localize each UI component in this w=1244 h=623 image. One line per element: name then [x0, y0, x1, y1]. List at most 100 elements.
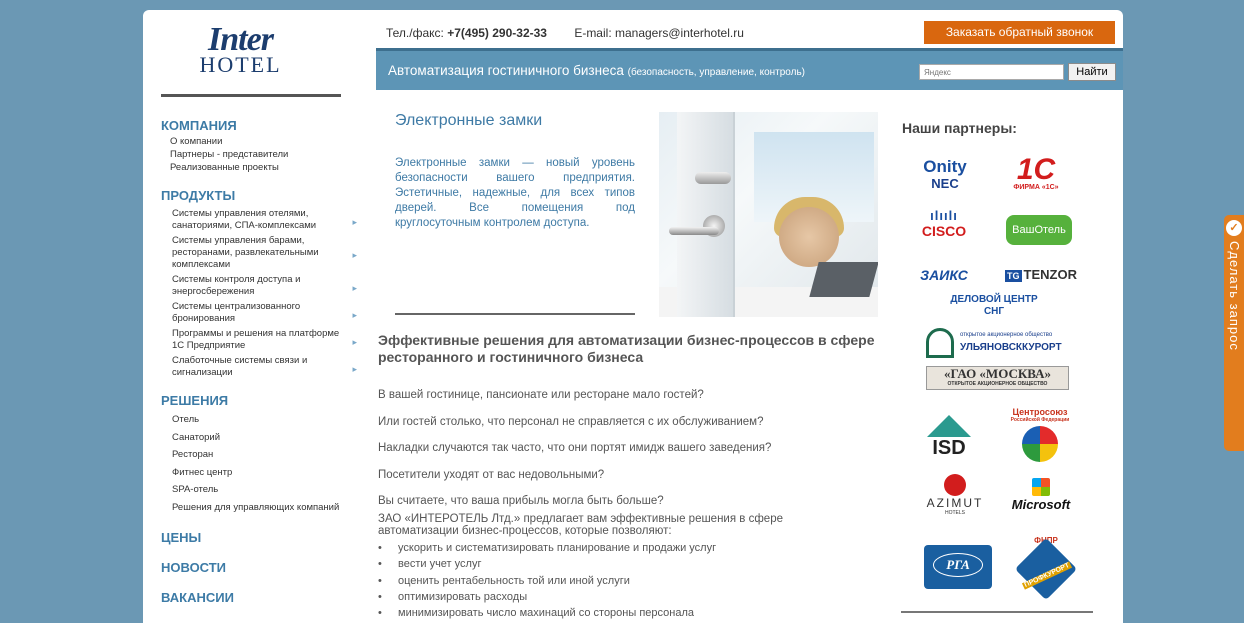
header-bar: Автоматизация гостиничного бизнеса (безо…	[376, 48, 1123, 90]
nav-item-spa-hotel[interactable]: SPA-отель	[161, 481, 361, 499]
callback-button[interactable]: Заказать обратный звонок	[924, 21, 1115, 44]
list-item: • вести учет услуг	[378, 556, 716, 572]
list-item: • оценить рентабельность той или иной усл…	[378, 573, 716, 589]
partner-logo-fnpr[interactable]: ФНПР ПРОФКУРОРТ	[1014, 536, 1078, 601]
nav-item-lowcurrent-systems[interactable]: Слаботочные системы связи и сигнализации…	[161, 354, 361, 381]
tagline: Автоматизация гостиничного бизнеса (безо…	[388, 63, 805, 78]
nav-item-hotel[interactable]: Отель	[161, 411, 361, 429]
cisco-bars-icon: ılıılı	[930, 208, 958, 223]
nav-solutions[interactable]: РЕШЕНИЯ	[161, 393, 361, 408]
partner-logo-microsoft[interactable]: Microsoft	[1005, 478, 1077, 514]
microsoft-text: Microsoft	[1011, 497, 1071, 512]
list-item-text: оптимизировать расходы	[398, 590, 528, 603]
request-side-tab[interactable]: ✓ Сделать запрос	[1224, 215, 1244, 451]
partner-logo-isd[interactable]: ISD	[921, 413, 977, 465]
nav-item-label: Программы и решения на платформе 1С Пред…	[172, 328, 340, 351]
door-image	[677, 112, 735, 317]
rga-text: РГА	[933, 553, 983, 577]
onity-text: Onity	[923, 157, 967, 176]
partner-logo-tenzor[interactable]: TG TENZOR	[1005, 265, 1077, 286]
sidebar-nav: КОМПАНИЯ О компании Партнеры - представи…	[161, 110, 361, 605]
article-bullets: • ускорить и систематизировать планирован…	[378, 540, 716, 621]
nav-products[interactable]: ПРОДУКТЫ	[161, 188, 361, 203]
1c-text: 1С	[1016, 153, 1056, 186]
partner-logo-1c[interactable]: 1С ФИРМА «1С»	[1001, 153, 1071, 192]
ulyanovsk-sub: открытое акционерное общество	[960, 332, 1053, 338]
nav-item-partners[interactable]: Партнеры - представители	[161, 148, 361, 161]
article-question: Посетители уходят от вас недовольными?	[378, 469, 605, 481]
hero-divider	[395, 313, 635, 315]
gao-sub: ОТКРЫТОЕ АКЦИОНЕРНОЕ ОБЩЕСТВО	[947, 381, 1048, 387]
nav-item-restaurant[interactable]: Ресторан	[161, 446, 361, 464]
partner-logo-azimut[interactable]: AZIMUT HOTELS	[923, 472, 987, 524]
bullet-icon: •	[378, 558, 382, 571]
door-handle-icon	[669, 227, 719, 235]
gao-text: «ГАО «МОСКВА»	[943, 366, 1052, 381]
partner-logo-gao[interactable]: «ГАО «МОСКВА» ОТКРЫТОЕ АКЦИОНЕРНОЕ ОБЩЕС…	[926, 366, 1069, 390]
nav-item-1c-solutions[interactable]: Программы и решения на платформе 1С Пред…	[161, 327, 361, 354]
search-input[interactable]	[919, 64, 1064, 80]
partner-logo-rga[interactable]: РГА	[924, 545, 992, 589]
1c-sub: ФИРМА «1С»	[1013, 184, 1059, 191]
tenzor-text: TENZOR	[1023, 267, 1077, 282]
hero-image[interactable]	[659, 112, 878, 317]
azimut-text: AZIMUT	[926, 496, 984, 510]
nav-item-label: Системы управления отелями, санаториями,…	[172, 208, 317, 231]
side-tab-label: Сделать запрос	[1227, 241, 1242, 351]
bullet-icon: •	[378, 607, 382, 620]
nav-item-label: Слаботочные системы связи и сигнализации	[172, 355, 308, 378]
list-item-text: вести учет услуг	[398, 558, 482, 571]
arrow-right-icon: ▸	[352, 216, 357, 227]
article-title: Эффективные решения для автоматизации би…	[378, 332, 875, 365]
logo-text-hotel: HOTEL	[199, 52, 282, 77]
nav-item-label: Системы управления барами, ресторанами, …	[172, 235, 319, 270]
site-logo[interactable]: Inter HOTEL	[188, 23, 293, 84]
nav-company[interactable]: КОМПАНИЯ	[161, 118, 361, 133]
azimut-sub: HOTELS	[944, 510, 965, 516]
hero-title[interactable]: Электронные замки	[395, 112, 542, 130]
nav-item-fitness[interactable]: Фитнес центр	[161, 464, 361, 482]
nav-news[interactable]: НОВОСТИ	[161, 560, 361, 575]
nav-item-sanatorium[interactable]: Санаторий	[161, 429, 361, 447]
azimut-circle-icon	[944, 474, 966, 496]
article-question: В вашей гостинице, пансионате или рестор…	[378, 389, 704, 401]
centrosoyuz-text: Центросоюз	[1012, 407, 1068, 417]
arrow-right-icon: ▸	[352, 336, 357, 347]
partner-logo-onity[interactable]: Onity NEC	[915, 158, 975, 192]
microsoft-flag-icon	[1032, 478, 1050, 496]
partner-logo-delovoy[interactable]: ДЕЛОВОЙ ЦЕНТР СНГ	[949, 294, 1039, 318]
arrow-right-icon: ▸	[352, 309, 357, 320]
arrow-right-icon: ▸	[352, 249, 357, 260]
woman-face-image	[779, 207, 839, 267]
partner-logo-ulyanovsk[interactable]: открытое акционерное общество УЛЬЯНОВСКК…	[926, 326, 1066, 364]
nav-item-hotel-systems[interactable]: Системы управления отелями, санаториями,…	[161, 207, 361, 234]
partner-logo-vashotel[interactable]: ВашОтель	[1006, 215, 1072, 245]
phone-number: +7(495) 290-32-33	[447, 26, 547, 40]
nav-item-management-companies[interactable]: Решения для управляющих компаний	[161, 499, 361, 517]
list-item-text: оценить рентабельность той или иной услу…	[398, 574, 630, 587]
bullet-icon: •	[378, 542, 382, 554]
logo-divider	[161, 94, 341, 97]
nav-item-projects[interactable]: Реализованные проекты	[161, 161, 361, 174]
nav-item-booking-systems[interactable]: Системы централизованного бронирования ▸	[161, 300, 361, 327]
tagline-sub: (безопасность, управление, контроль)	[627, 67, 806, 78]
nav-item-about[interactable]: О компании	[161, 135, 361, 148]
article-question: Накладки случаются так часто, что они по…	[378, 442, 772, 454]
hero-text: Электронные замки — новый уровень безопа…	[395, 157, 635, 229]
phone-label: Тел./факс:	[386, 26, 444, 40]
list-item: • оптимизировать расходы	[378, 589, 716, 605]
list-item: • минимизировать число махинаций со сторо…	[378, 605, 716, 621]
nav-item-label: Системы централизованного бронирования	[172, 301, 301, 324]
search-button[interactable]: Найти	[1068, 63, 1116, 81]
nav-item-access-systems[interactable]: Системы контроля доступа и энергосбереже…	[161, 273, 361, 300]
ulyanovsk-arch-icon	[926, 328, 954, 358]
partner-logo-zaiks[interactable]: ЗАИКС	[911, 265, 977, 285]
email-link[interactable]: E-mail: managers@interhotel.ru	[574, 26, 744, 40]
partners-title: Наши партнеры:	[902, 120, 1017, 136]
partner-logo-cisco[interactable]: ılıılı CISCO	[913, 208, 975, 240]
nec-text: NEC	[931, 176, 959, 191]
nav-item-bar-systems[interactable]: Системы управления барами, ресторанами, …	[161, 234, 361, 273]
partner-logo-centrosoyuz[interactable]: Центросоюз Российской Федерации	[1007, 407, 1073, 467]
nav-vacancies[interactable]: ВАКАНСИИ	[161, 590, 361, 605]
nav-prices[interactable]: ЦЕНЫ	[161, 530, 361, 545]
